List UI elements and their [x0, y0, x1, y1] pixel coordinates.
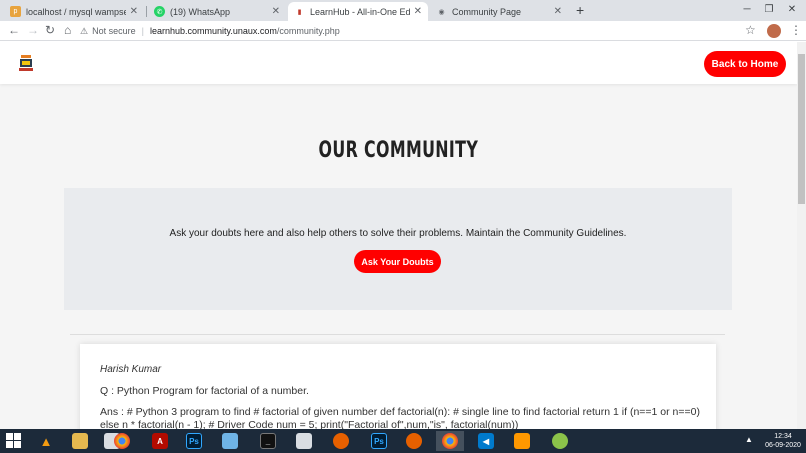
post-card: Harish Kumar Q : Python Program for fact…	[80, 344, 716, 429]
clock-date: 06-09-2020	[765, 442, 801, 449]
security-label: Not secure	[92, 26, 136, 36]
new-tab-button[interactable]: +	[576, 2, 584, 18]
close-icon[interactable]: ✕	[272, 6, 280, 17]
sticky-notes-icon[interactable]	[216, 431, 244, 451]
url-path: /community.php	[276, 26, 340, 36]
globe-icon: ◉	[438, 8, 445, 16]
tab-title: (19) WhatsApp	[170, 6, 231, 17]
tab-community-page[interactable]: ◉ Community Page ✕	[430, 2, 568, 21]
firefox-icon[interactable]	[327, 431, 355, 451]
terminal-icon[interactable]: _	[254, 431, 282, 451]
tab-title: Community Page	[452, 6, 522, 17]
bookmark-star-icon[interactable]: ☆	[745, 23, 756, 37]
windows-media-icon[interactable]	[290, 431, 318, 451]
profile-avatar[interactable]	[767, 24, 781, 38]
tab-title: LearnHub - All-in-One Educatio...	[310, 6, 410, 17]
url-host: learnhub.community.unaux.com	[149, 26, 277, 36]
home-icon[interactable]: ⌂	[64, 23, 71, 37]
tab-whatsapp[interactable]: ✆ (19) WhatsApp ✕	[148, 2, 286, 21]
post-author: Harish Kumar	[100, 364, 162, 375]
url-separator: |	[141, 26, 144, 36]
photoshop-icon[interactable]: Ps	[180, 431, 208, 451]
windows-start-icon[interactable]	[6, 433, 22, 449]
minimize-icon[interactable]: ─	[736, 0, 758, 18]
photoshop-icon-2[interactable]: Ps	[365, 431, 393, 451]
vscode-icon[interactable]: ◀	[472, 431, 500, 451]
back-to-home-button[interactable]: Back to Home	[704, 51, 786, 77]
tab-learnhub[interactable]: ▮ LearnHub - All-in-One Educatio... ✕	[288, 2, 428, 21]
url-field[interactable]: ⚠ Not secure | learnhub.community.unaux.…	[80, 23, 740, 39]
back-arrow-icon[interactable]: ←	[8, 23, 20, 37]
browser-menu-icon[interactable]: ⋮	[790, 23, 802, 37]
forward-arrow-icon[interactable]: →	[27, 23, 39, 37]
page-title: OUR COMMUNITY	[318, 138, 479, 163]
ask-panel: Ask your doubts here and also help other…	[64, 188, 732, 310]
phpmyadmin-icon: p	[10, 6, 21, 17]
clock-time: 12:34	[774, 433, 792, 440]
scrollbar-thumb[interactable]	[798, 54, 805, 204]
ask-your-doubts-button[interactable]: Ask Your Doubts	[354, 250, 441, 273]
firefox-icon-2[interactable]	[400, 431, 428, 451]
post-answer: Ans : # Python 3 program to find # facto…	[100, 406, 700, 429]
window-close-icon[interactable]: ✕	[781, 0, 803, 18]
sublime-icon[interactable]	[508, 431, 536, 451]
vlc-icon[interactable]: ▲	[32, 431, 60, 451]
file-explorer-icon[interactable]	[66, 431, 94, 451]
tab-divider	[146, 6, 147, 17]
ask-description: Ask your doubts here and also help other…	[169, 228, 627, 239]
page-scrollbar[interactable]	[797, 42, 806, 429]
acrobat-icon[interactable]: A	[146, 431, 174, 451]
tab-phpmyadmin[interactable]: p localhost / mysql wampserver / l... ✕	[4, 2, 144, 21]
tray-arrow-icon[interactable]: ▲	[745, 435, 753, 444]
reload-icon[interactable]: ↻	[45, 23, 55, 37]
site-header: Back to Home	[0, 42, 797, 84]
tab-title: localhost / mysql wampserver / l...	[26, 6, 126, 17]
section-divider	[70, 334, 725, 335]
address-bar: ← → ↻ ⌂ ⚠ Not secure | learnhub.communit…	[0, 21, 806, 41]
maximize-icon[interactable]: ❐	[758, 0, 780, 18]
learnhub-icon: ▮	[297, 8, 302, 16]
clock[interactable]: 12:34 06-09-2020	[764, 432, 802, 450]
page-viewport: Back to Home OUR COMMUNITY Ask your doub…	[0, 42, 797, 429]
chrome-active-icon[interactable]	[436, 431, 464, 451]
paint-icon[interactable]	[546, 431, 574, 451]
post-question: Q : Python Program for factorial of a nu…	[100, 385, 309, 397]
chrome-icon[interactable]	[108, 431, 136, 451]
close-icon[interactable]: ✕	[414, 6, 422, 17]
taskbar: ▲ A Ps _ Ps ◀ ▲ 12:34 06-09-2020	[0, 429, 806, 453]
browser-tab-strip: p localhost / mysql wampserver / l... ✕ …	[0, 0, 806, 21]
close-icon[interactable]: ✕	[554, 6, 562, 17]
learnhub-logo[interactable]	[19, 55, 33, 72]
close-icon[interactable]: ✕	[130, 6, 138, 17]
warning-icon: ⚠	[80, 25, 89, 36]
whatsapp-icon: ✆	[154, 6, 165, 17]
